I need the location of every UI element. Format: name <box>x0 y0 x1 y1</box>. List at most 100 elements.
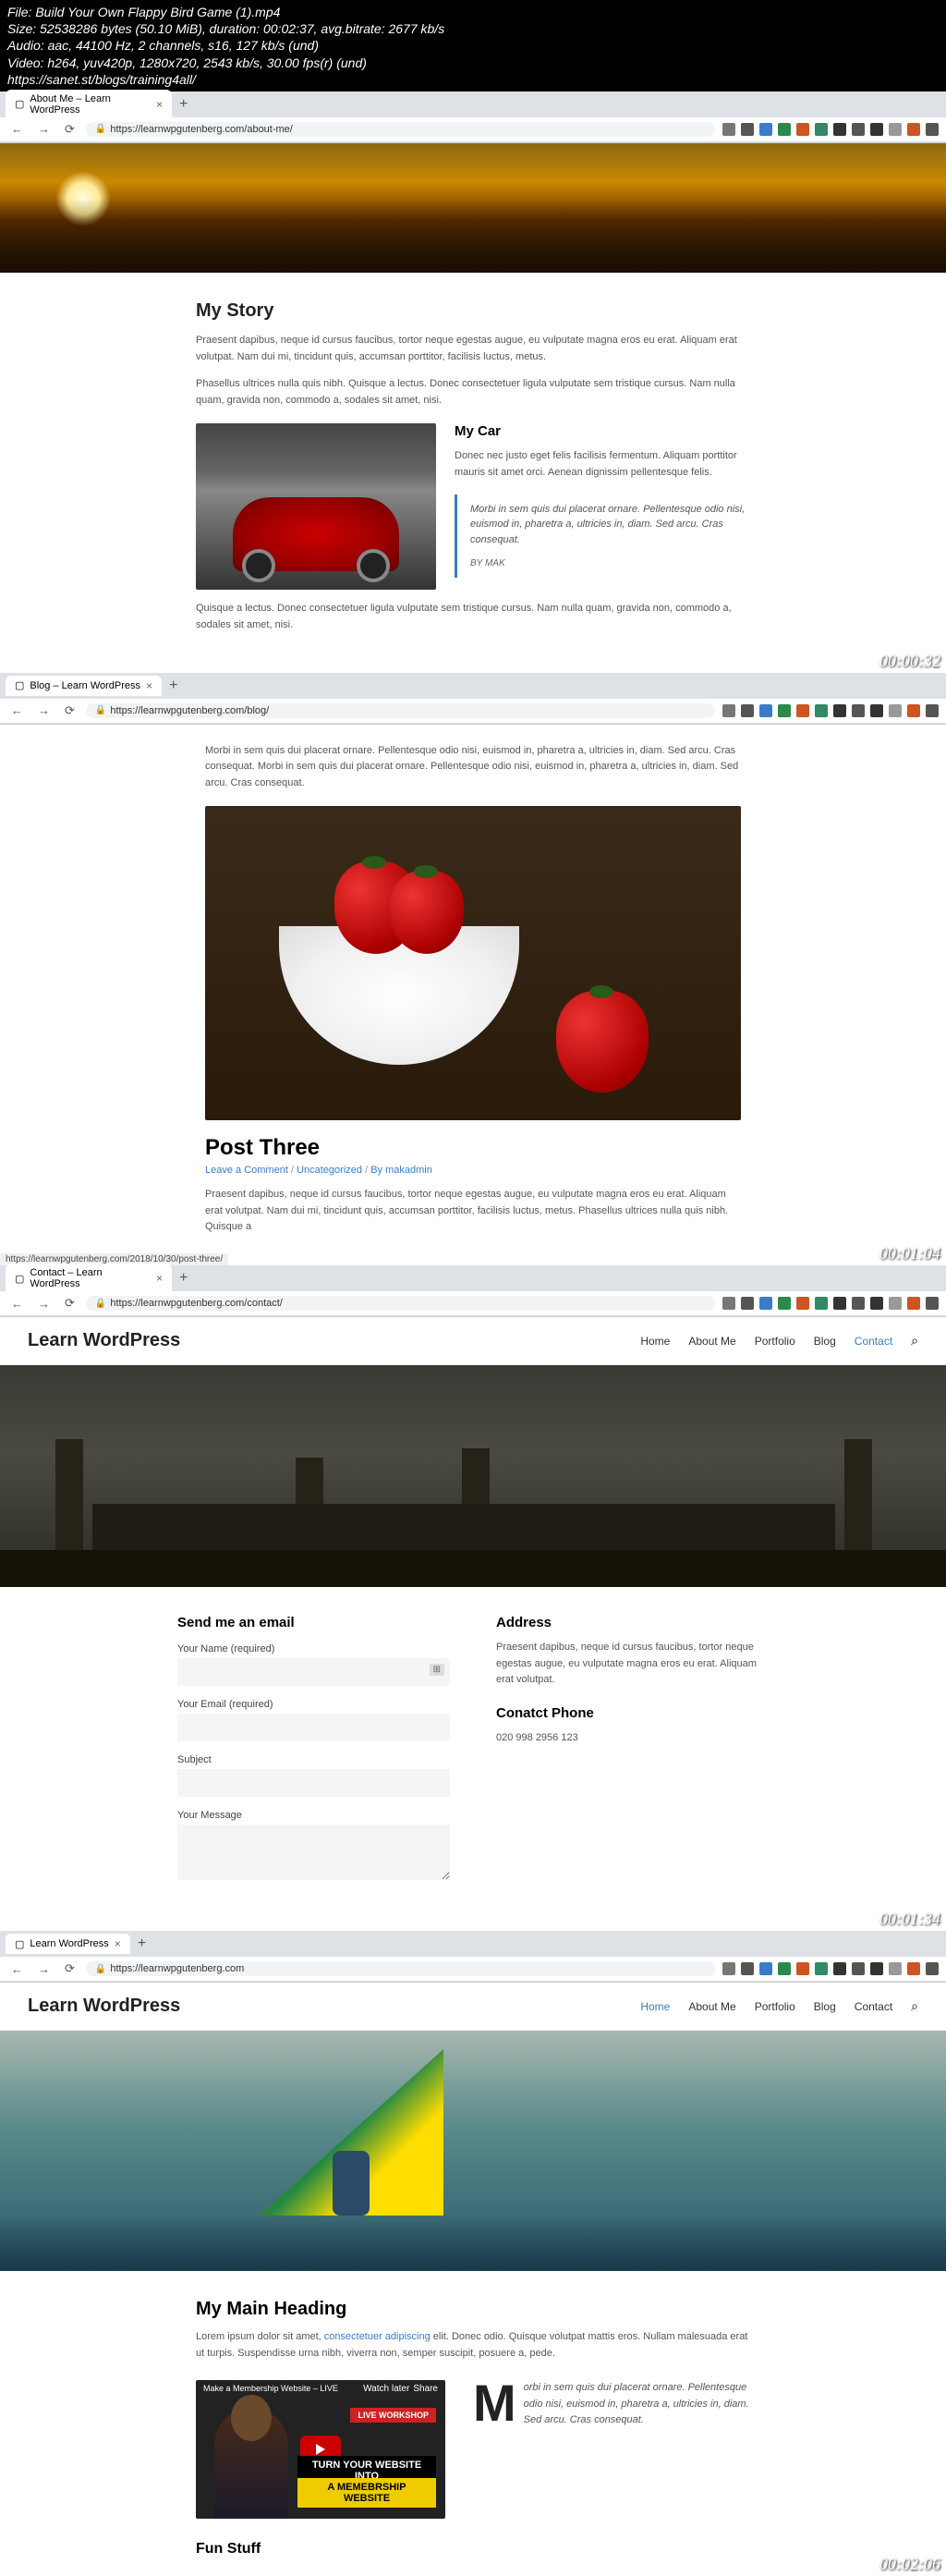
reload-button[interactable]: ⟳ <box>61 1294 79 1312</box>
extension-icon[interactable] <box>889 704 902 717</box>
nav-portfolio[interactable]: Portfolio <box>755 1335 795 1348</box>
extension-icon[interactable] <box>889 123 902 136</box>
browser-tab[interactable]: ▢ About Me – Learn WordPress × <box>6 90 172 119</box>
extension-icon[interactable] <box>926 1297 939 1310</box>
close-icon[interactable]: × <box>115 1937 121 1950</box>
extension-icon[interactable] <box>778 123 791 136</box>
back-button[interactable]: ← <box>7 702 27 719</box>
watch-later-icon[interactable]: Watch later <box>363 2384 409 2394</box>
site-logo[interactable]: Learn WordPress <box>28 1996 180 2017</box>
extension-icon[interactable] <box>759 123 772 136</box>
extension-icon[interactable] <box>778 1962 791 1975</box>
name-input[interactable] <box>177 1658 450 1686</box>
search-icon[interactable]: ⌕ <box>911 1998 918 2014</box>
extension-icon[interactable] <box>796 1962 809 1975</box>
extension-icon[interactable] <box>722 704 735 717</box>
share-icon[interactable]: Share <box>413 2384 438 2394</box>
url-input[interactable]: 🔒 https://learnwpgutenberg.com/contact/ <box>86 1296 715 1311</box>
extension-icon[interactable] <box>870 123 883 136</box>
extension-icon[interactable] <box>815 123 828 136</box>
extension-icon[interactable] <box>815 1962 828 1975</box>
forward-button[interactable]: → <box>34 1960 54 1978</box>
close-icon[interactable]: × <box>146 679 152 692</box>
extension-icon[interactable] <box>741 1297 754 1310</box>
extension-icon[interactable] <box>741 704 754 717</box>
extension-icon[interactable] <box>815 704 828 717</box>
extension-icon[interactable] <box>889 1297 902 1310</box>
close-icon[interactable]: × <box>156 1272 163 1285</box>
extension-icon[interactable] <box>722 1297 735 1310</box>
nav-blog[interactable]: Blog <box>814 2000 836 2013</box>
extension-icon[interactable] <box>833 1297 846 1310</box>
extension-icon[interactable] <box>759 1297 772 1310</box>
extension-icon[interactable] <box>889 1962 902 1975</box>
browser-tab[interactable]: ▢ Learn WordPress × <box>6 1934 130 1954</box>
video-embed[interactable]: Make a Membership Website – LIVE Watch l… <box>196 2380 445 2519</box>
extension-icon[interactable] <box>870 1297 883 1310</box>
email-input[interactable] <box>177 1714 450 1741</box>
subject-input[interactable] <box>177 1769 450 1797</box>
nav-blog[interactable]: Blog <box>814 1335 836 1348</box>
nav-home[interactable]: Home <box>640 2000 670 2013</box>
extension-icon[interactable] <box>759 1962 772 1975</box>
extension-icon[interactable] <box>926 123 939 136</box>
extension-icon[interactable] <box>741 123 754 136</box>
extension-icon[interactable] <box>722 1962 735 1975</box>
new-tab-button[interactable]: + <box>172 1268 195 1288</box>
site-logo[interactable]: Learn WordPress <box>28 1330 180 1351</box>
leave-comment-link[interactable]: Leave a Comment <box>205 1165 288 1176</box>
nav-about[interactable]: About Me <box>688 1335 735 1348</box>
nav-about[interactable]: About Me <box>688 2000 735 2013</box>
extension-icon[interactable] <box>926 704 939 717</box>
extension-icon[interactable] <box>852 1297 865 1310</box>
extension-icon[interactable] <box>722 123 735 136</box>
forward-button[interactable]: → <box>34 1295 54 1312</box>
url-input[interactable]: 🔒 https://learnwpgutenberg.com/about-me/ <box>86 122 715 137</box>
extension-icon[interactable] <box>778 704 791 717</box>
extension-icon[interactable] <box>870 1962 883 1975</box>
nav-contact[interactable]: Contact <box>855 1335 892 1348</box>
extension-icon[interactable] <box>815 1297 828 1310</box>
extension-icon[interactable] <box>907 704 920 717</box>
extension-icon[interactable] <box>833 704 846 717</box>
back-button[interactable]: ← <box>7 120 27 138</box>
close-icon[interactable]: × <box>156 98 163 111</box>
reload-button[interactable]: ⟳ <box>61 1959 79 1978</box>
browser-tab[interactable]: ▢ Blog – Learn WordPress × <box>6 676 162 696</box>
reload-button[interactable]: ⟳ <box>61 702 79 720</box>
extension-icon[interactable] <box>796 123 809 136</box>
forward-button[interactable]: → <box>34 120 54 138</box>
extension-icon[interactable] <box>907 1962 920 1975</box>
extension-icon[interactable] <box>833 1962 846 1975</box>
extension-icon[interactable] <box>833 123 846 136</box>
search-icon[interactable]: ⌕ <box>911 1333 918 1349</box>
extension-icon[interactable] <box>907 123 920 136</box>
new-tab-button[interactable]: + <box>172 94 195 115</box>
extension-icon[interactable] <box>852 1962 865 1975</box>
nav-contact[interactable]: Contact <box>855 2000 892 2013</box>
extension-icon[interactable] <box>907 1297 920 1310</box>
extension-icon[interactable] <box>870 704 883 717</box>
extension-icon[interactable] <box>852 123 865 136</box>
url-input[interactable]: 🔒 https://learnwpgutenberg.com/blog/ <box>86 703 715 718</box>
autofill-icon[interactable]: ⊞ <box>430 1664 444 1676</box>
url-input[interactable]: 🔒 https://learnwpgutenberg.com <box>86 1961 715 1976</box>
extension-icon[interactable] <box>852 704 865 717</box>
author-link[interactable]: makadmin <box>385 1165 432 1176</box>
extension-icon[interactable] <box>796 1297 809 1310</box>
back-button[interactable]: ← <box>7 1960 27 1978</box>
browser-tab[interactable]: ▢ Contact – Learn WordPress × <box>6 1264 172 1293</box>
inline-link[interactable]: consectetuer adipiscing <box>324 2331 431 2342</box>
nav-portfolio[interactable]: Portfolio <box>755 2000 795 2013</box>
reload-button[interactable]: ⟳ <box>61 120 79 139</box>
forward-button[interactable]: → <box>34 702 54 719</box>
extension-icon[interactable] <box>778 1297 791 1310</box>
back-button[interactable]: ← <box>7 1295 27 1312</box>
extension-icon[interactable] <box>926 1962 939 1975</box>
new-tab-button[interactable]: + <box>162 676 185 696</box>
new-tab-button[interactable]: + <box>130 1934 153 1954</box>
message-textarea[interactable] <box>177 1825 450 1880</box>
extension-icon[interactable] <box>759 704 772 717</box>
category-link[interactable]: Uncategorized <box>297 1165 362 1176</box>
extension-icon[interactable] <box>741 1962 754 1975</box>
